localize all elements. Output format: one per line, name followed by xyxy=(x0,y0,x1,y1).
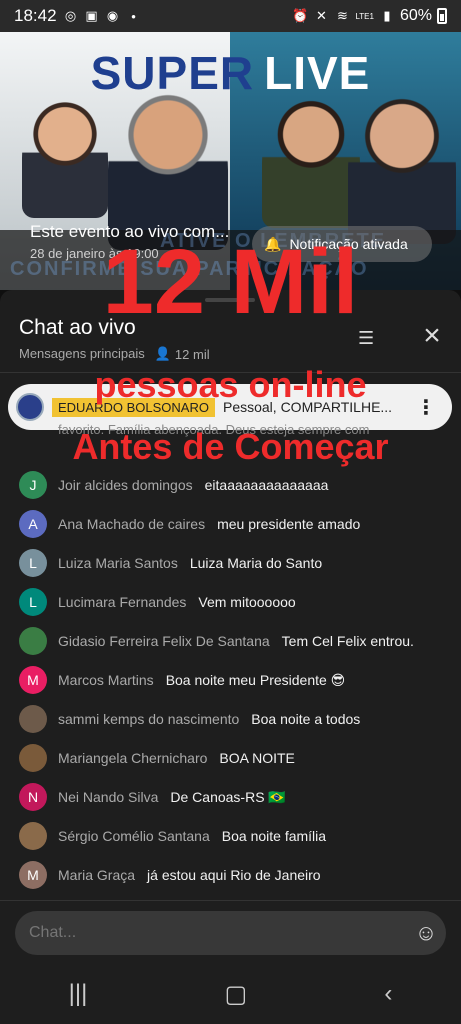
message-text: meu presidente amado xyxy=(217,516,361,532)
message-text: Boa noite meu Presidente 😎 xyxy=(165,671,346,688)
chat-subtitle: Mensagens principais 👤 12 mil xyxy=(19,346,210,362)
status-time: 18:42 xyxy=(14,6,57,25)
dot-icon: • xyxy=(131,8,136,24)
chat-message[interactable]: L Luiza Maria Santos Luiza Maria do Santo xyxy=(19,548,322,578)
alarm-icon: ⏰ xyxy=(292,8,309,23)
message-text: Tem Cel Felix entrou. xyxy=(281,633,414,649)
banner-title-word2: LIVE xyxy=(264,47,371,99)
message-author: Joir alcides domingos xyxy=(58,477,193,493)
mute-icon: ✕ xyxy=(315,8,327,23)
avatar[interactable]: N xyxy=(19,783,47,811)
chat-message[interactable]: sammi kemps do nascimento Boa noite a tod… xyxy=(19,704,360,734)
message-author: Maria Graça xyxy=(58,867,136,883)
chat-message[interactable]: A Ana Machado de caires meu presidente ama… xyxy=(19,509,360,539)
home-icon[interactable]: ▢ xyxy=(225,980,248,1009)
avatar[interactable]: L xyxy=(19,549,47,577)
signal-icon: ▮ xyxy=(383,8,391,23)
message-text: BOA NOITE xyxy=(219,750,295,766)
chat-message[interactable]: N Nei Nando Silva De Canoas-RS 🇧🇷 xyxy=(19,782,286,812)
chat-message[interactable]: J Joir alcides domingos eitaaaaaaaaaaaaaa xyxy=(19,470,328,500)
chat-input[interactable] xyxy=(15,911,446,955)
message-author: Sérgio Comélio Santana xyxy=(58,828,210,844)
recent-apps-icon[interactable]: ||| xyxy=(69,980,88,1008)
viewer-count-value: 12 mil xyxy=(174,346,210,362)
avatar[interactable]: L xyxy=(19,588,47,616)
chrome-icon: ◉ xyxy=(106,8,119,23)
whatsapp-icon: ◎ xyxy=(64,8,77,23)
banner-person-4 xyxy=(348,94,456,244)
message-text: Boa noite família xyxy=(221,828,327,844)
battery-percent: 60% xyxy=(399,7,432,24)
message-text: Luiza Maria do Santo xyxy=(189,555,323,571)
message-text: Vem mitoooooo xyxy=(198,594,296,610)
message-author: Marcos Martins xyxy=(58,672,154,688)
wifi-icon: ≋ xyxy=(336,8,348,23)
overlay-headline: 12 Mil xyxy=(102,231,359,333)
avatar[interactable]: J xyxy=(19,471,47,499)
avatar[interactable] xyxy=(19,822,47,850)
banner-person-1 xyxy=(22,98,108,218)
avatar[interactable] xyxy=(19,627,47,655)
message-text: De Canoas-RS 🇧🇷 xyxy=(170,788,286,805)
back-icon[interactable]: ‹ xyxy=(384,980,392,1008)
message-author: Lucimara Fernandes xyxy=(58,594,187,610)
chat-input-area: ☺ xyxy=(0,900,461,964)
avatar[interactable]: A xyxy=(19,510,47,538)
message-author: sammi kemps do nascimento xyxy=(58,711,240,727)
message-text: Boa noite a todos xyxy=(251,711,361,727)
message-icon: ▣ xyxy=(85,8,98,23)
battery-icon xyxy=(437,8,447,24)
chat-message[interactable]: L Lucimara Fernandes Vem mitoooooo xyxy=(19,587,296,617)
avatar[interactable]: M xyxy=(19,861,47,889)
message-author: Gidasio Ferreira Felix De Santana xyxy=(58,633,270,649)
filter-icon[interactable]: ☰ xyxy=(358,328,386,350)
banner-title: SUPER LIVE xyxy=(0,46,461,100)
message-text: já estou aqui Rio de Janeiro xyxy=(147,867,321,883)
overlay-caption: Antes de Começar xyxy=(72,426,389,467)
viewer-count: 👤 12 mil xyxy=(155,346,210,362)
chat-message[interactable]: Gidasio Ferreira Felix De Santana Tem Cel… xyxy=(19,626,414,656)
avatar[interactable] xyxy=(19,705,47,733)
message-author: Mariangela Chernicharo xyxy=(58,750,208,766)
banner-person-3 xyxy=(262,98,360,228)
message-text: eitaaaaaaaaaaaaaa xyxy=(204,477,329,493)
person-icon: 👤 xyxy=(154,346,171,361)
message-author: Luiza Maria Santos xyxy=(58,555,178,571)
network-label: LTE1 xyxy=(355,11,374,21)
emoji-icon[interactable]: ☺ xyxy=(412,919,440,947)
chat-message[interactable]: Mariangela Chernicharo BOA NOITE xyxy=(19,743,295,773)
message-author: Ana Machado de caires xyxy=(58,516,206,532)
overlay-subheadline: pessoas on-line xyxy=(94,364,367,405)
system-nav-bar: ||| ▢ ‹ xyxy=(0,964,461,1024)
chat-message[interactable]: M Marcos Martins Boa noite meu Presidente … xyxy=(19,665,345,695)
status-bar: 18:42 ◎ ▣ ◉ • ⏰ ✕ ≋ LTE1 ▮ 60% xyxy=(0,0,461,32)
chat-filter-label[interactable]: Mensagens principais xyxy=(19,346,145,362)
chat-message[interactable]: Sérgio Comélio Santana Boa noite família xyxy=(19,821,326,851)
avatar[interactable] xyxy=(19,744,47,772)
avatar[interactable]: M xyxy=(19,666,47,694)
message-author: Nei Nando Silva xyxy=(58,789,159,805)
chat-message[interactable]: M Maria Graça já estou aqui Rio de Janeiro xyxy=(19,860,321,890)
